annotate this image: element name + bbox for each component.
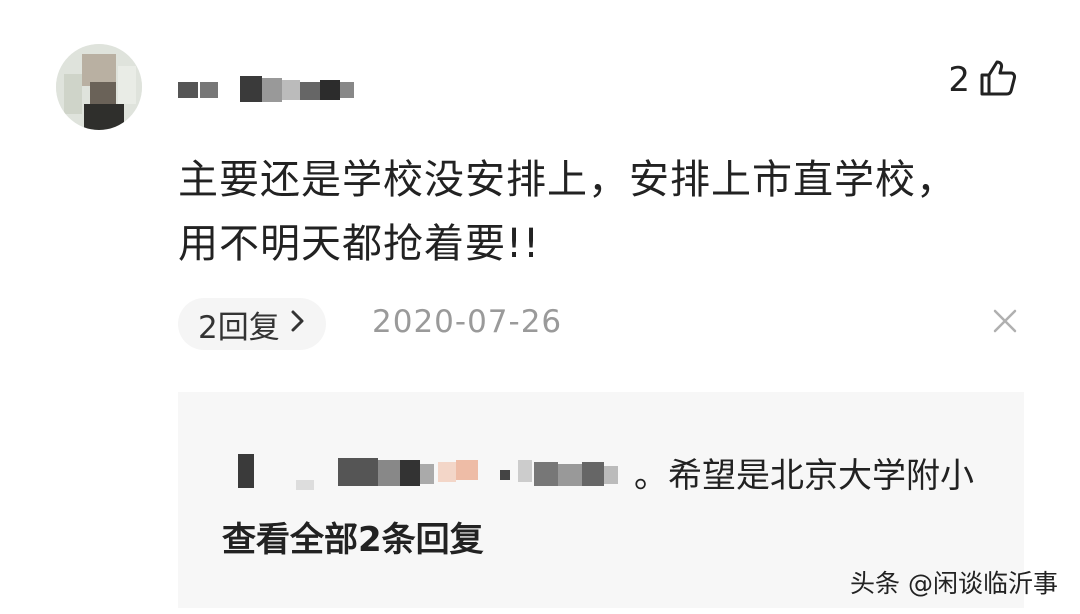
comment-date: 2020-07-26 — [372, 304, 563, 340]
avatar[interactable] — [56, 44, 142, 130]
comment-line-2: 用不明天都抢着要!! — [178, 221, 541, 267]
thumbs-up-icon — [978, 58, 1018, 102]
watermark: 头条 @闲谈临沂事 — [850, 569, 1058, 598]
replies-button[interactable]: 2回复 — [178, 298, 326, 350]
chevron-right-icon — [290, 306, 306, 342]
view-all-replies-link[interactable]: 查看全部2条回复 — [222, 512, 484, 561]
replies-label: 2回复 — [198, 309, 280, 346]
like-button[interactable]: 2 — [948, 58, 1018, 102]
reply-preview-text: 。希望是北京大学附小 — [634, 456, 974, 496]
comment-text: 主要还是学校没安排上，安排上市直学校， 用不明天都抢着要!! — [178, 148, 1018, 276]
like-count: 2 — [948, 60, 970, 100]
reply-preview-line: 。希望是北京大学附小 — [222, 446, 982, 496]
username[interactable] — [178, 76, 378, 102]
close-icon[interactable] — [990, 306, 1020, 336]
comment-line-1: 主要还是学校没安排上，安排上市直学校， — [178, 157, 957, 203]
